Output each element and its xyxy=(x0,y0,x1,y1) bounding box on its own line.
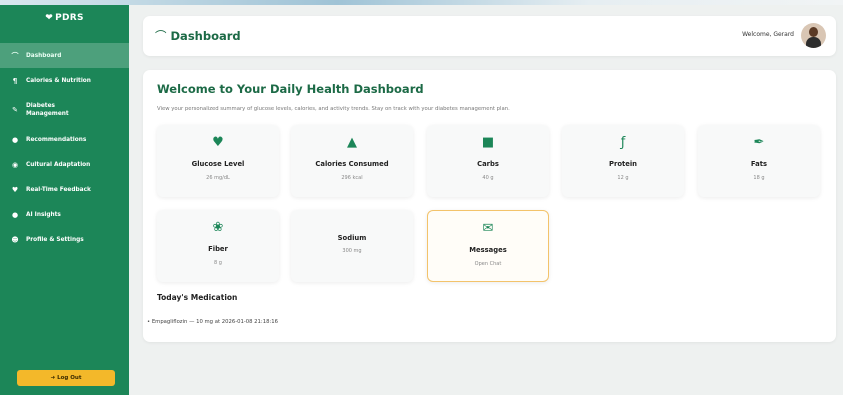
globe-icon: ◉ xyxy=(11,160,19,169)
heart-icon: ♥ xyxy=(11,185,19,194)
drumstick-icon: ƒ xyxy=(620,135,626,150)
card-value: 26 mg/dL xyxy=(206,175,230,181)
sidebar-item-cultural-adaptation[interactable]: ◉ Cultural Adaptation xyxy=(0,152,129,177)
dashboard-heading: Welcome to Your Daily Health Dashboard xyxy=(157,82,424,96)
page-title-text: Dashboard xyxy=(170,29,241,43)
header: ⌒ Dashboard Welcome, Gerard xyxy=(143,16,836,56)
card-sodium[interactable]: Sodium 300 mg xyxy=(291,210,413,282)
feather-icon: ✒ xyxy=(753,135,765,150)
card-label: Calories Consumed xyxy=(315,160,389,168)
card-value: 40 g xyxy=(482,175,494,181)
card-value: 296 kcal xyxy=(341,175,363,181)
sidebar-item-real-time-feedback[interactable]: ♥ Real-Time Feedback xyxy=(0,177,129,202)
avatar[interactable] xyxy=(801,23,826,48)
medication-item: • Empagliflozin — 10 mg at 2026-01-08 21… xyxy=(147,319,278,325)
sidebar-item-label: Recommendations xyxy=(26,136,87,143)
card-fiber[interactable]: ❀ Fiber 8 g xyxy=(157,210,279,282)
bread-icon: ■ xyxy=(481,135,495,150)
card-label: Sodium xyxy=(337,234,367,242)
sidebar-item-diabetes-management[interactable]: ✎ Diabetes Management xyxy=(0,93,129,127)
card-protein[interactable]: ƒ Protein 12 g xyxy=(562,125,684,197)
logout-label: Log Out xyxy=(57,375,82,381)
heart-logo-icon: ❤ xyxy=(45,13,54,23)
sidebar-item-calories-nutrition[interactable]: ¶ Calories & Nutrition xyxy=(0,68,129,93)
card-calories-consumed[interactable]: ▲ Calories Consumed 296 kcal xyxy=(291,125,413,197)
card-value: 18 g xyxy=(753,175,765,181)
fire-icon: ▲ xyxy=(347,135,357,150)
chart-line-icon: ⌒ xyxy=(155,29,167,43)
avatar-head xyxy=(809,27,818,37)
sidebar-item-label: Profile & Settings xyxy=(26,236,84,243)
seedling-icon: ❀ xyxy=(212,220,224,235)
card-label: Fiber xyxy=(208,245,228,253)
heartbeat-icon: ♥ xyxy=(212,135,224,150)
card-carbs[interactable]: ■ Carbs 40 g xyxy=(427,125,549,197)
bullet: • xyxy=(147,319,151,325)
brand-name: PDRS xyxy=(55,13,84,23)
card-glucose-level[interactable]: ♥ Glucose Level 26 mg/dL xyxy=(157,125,279,197)
card-label: Glucose Level xyxy=(191,160,245,168)
sidebar-item-dashboard[interactable]: ⌒ Dashboard xyxy=(0,43,129,68)
sidebar-item-label: Dashboard xyxy=(26,52,62,59)
medication-item-text: Empagliflozin — 10 mg at 2026-01-08 21:1… xyxy=(151,319,278,325)
sidebar-item-label: Calories & Nutrition xyxy=(26,77,91,84)
card-label: Protein xyxy=(608,160,638,168)
sidebar-item-recommendations[interactable]: ● Recommendations xyxy=(0,127,129,152)
robot-icon: ● xyxy=(11,210,19,219)
avatar-body xyxy=(806,37,821,48)
medication-title: Today's Medication xyxy=(157,293,238,302)
lightbulb-icon: ● xyxy=(11,135,19,144)
card-label: Fats xyxy=(750,160,768,168)
sidebar-item-ai-insights[interactable]: ● AI Insights xyxy=(0,202,129,227)
sidebar-item-profile-settings[interactable]: ☻ Profile & Settings xyxy=(0,227,129,252)
sidebar: ❤ PDRS ⌒ Dashboard ¶ Calories & Nutrition… xyxy=(0,5,129,395)
card-fats[interactable]: ✒ Fats 18 g xyxy=(698,125,820,197)
sidebar-item-label: Real-Time Feedback xyxy=(26,186,91,193)
brand: ❤ PDRS xyxy=(0,13,129,23)
card-value: 8 g xyxy=(214,260,222,266)
card-value: 300 mg xyxy=(342,248,362,254)
logout-icon: ➜ xyxy=(50,375,56,381)
logout-button[interactable]: ➜ Log Out xyxy=(17,370,115,386)
welcome-text: Welcome, Gerard xyxy=(742,31,794,38)
sidebar-item-label: AI Insights xyxy=(26,211,61,218)
card-messages[interactable]: ✉ Messages Open Chat xyxy=(427,210,549,282)
sidebar-item-label: Cultural Adaptation xyxy=(26,161,91,168)
page-title: ⌒ Dashboard xyxy=(155,28,241,44)
card-value: 12 g xyxy=(617,175,629,181)
sidebar-nav: ⌒ Dashboard ¶ Calories & Nutrition ✎ Dia… xyxy=(0,43,129,252)
syringe-icon: ✎ xyxy=(12,106,18,114)
sidebar-item-label: Diabetes Management xyxy=(26,103,69,117)
dashboard-subtitle: View your personalized summary of glucos… xyxy=(157,106,510,112)
chart-line-icon: ⌒ xyxy=(11,51,19,60)
user-gear-icon: ☻ xyxy=(11,235,19,244)
open-chat-link[interactable]: Open Chat xyxy=(428,261,548,267)
dashboard-panel: Welcome to Your Daily Health Dashboard V… xyxy=(143,70,836,342)
envelope-icon: ✉ xyxy=(482,221,494,236)
card-label: Carbs xyxy=(477,160,499,168)
utensils-icon: ¶ xyxy=(12,76,18,85)
card-label: Messages xyxy=(469,246,507,254)
